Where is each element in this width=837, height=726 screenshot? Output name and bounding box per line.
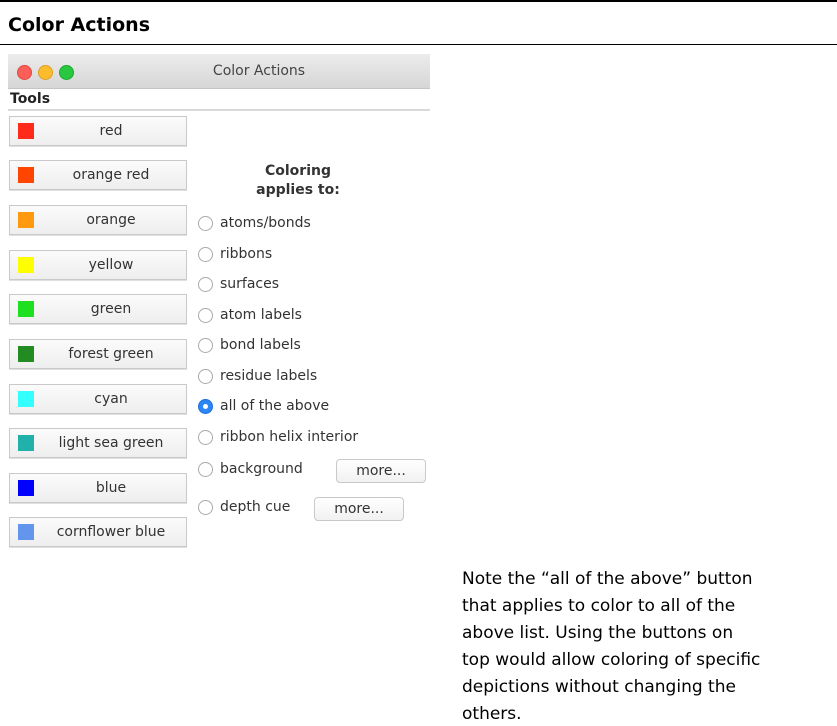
color-swatch	[18, 524, 34, 540]
color-swatch	[18, 480, 34, 496]
radio-label: depth cue	[220, 499, 291, 515]
color-button-cyan[interactable]: cyan	[9, 384, 187, 414]
window-title: Color Actions	[212, 63, 306, 79]
color-swatch	[18, 391, 34, 407]
window-titlebar[interactable]: Color Actions	[8, 54, 430, 89]
color-swatch	[18, 123, 34, 139]
radio-label: atoms/bonds	[220, 215, 311, 231]
top-rule	[0, 0, 837, 2]
coloring-heading-line: Coloring	[264, 163, 331, 179]
color-swatch	[18, 167, 34, 183]
color-swatch	[18, 257, 34, 273]
explanatory-note: Note the “all of the above” button that …	[462, 566, 837, 726]
color-button-label: yellow	[88, 257, 134, 273]
radio-label: surfaces	[220, 276, 280, 292]
color-button-label: blue	[95, 480, 127, 496]
color-button-orange[interactable]: orange	[9, 205, 187, 235]
radio-label: atom labels	[220, 307, 302, 323]
title-rule	[0, 44, 837, 45]
color-swatch	[18, 346, 34, 362]
color-button-green[interactable]: green	[9, 294, 187, 324]
color-button-blue[interactable]: blue	[9, 473, 187, 503]
background-more-button[interactable]: more...	[336, 459, 426, 483]
radio-button[interactable]	[198, 277, 213, 292]
radio-button[interactable]	[198, 338, 213, 353]
radio-label: ribbons	[220, 246, 273, 262]
color-button-label: cornflower blue	[56, 524, 166, 540]
radio-label: residue labels	[220, 368, 318, 384]
tools-menu-label[interactable]: Tools	[10, 91, 50, 107]
color-actions-window: Color Actions Tools red orange red orang…	[8, 54, 430, 554]
color-button-light-sea-green[interactable]: light sea green	[9, 428, 187, 458]
page-title: Color Actions	[8, 14, 150, 36]
color-button-label: red	[99, 123, 123, 139]
coloring-applies-heading: Coloring applies to:	[238, 162, 358, 200]
color-button-yellow[interactable]: yellow	[9, 250, 187, 280]
radio-button[interactable]	[198, 247, 213, 262]
color-button-label: orange	[86, 212, 136, 228]
radio-label: bond labels	[220, 337, 301, 353]
radio-button[interactable]	[198, 369, 213, 384]
radio-button[interactable]	[198, 430, 213, 445]
color-button-red[interactable]: red	[9, 116, 187, 146]
radio-button[interactable]	[198, 500, 213, 515]
color-button-label: orange red	[72, 167, 150, 183]
radio-label: ribbon helix interior	[220, 429, 359, 445]
color-swatch	[18, 301, 34, 317]
note-line: top would allow coloring of specific	[462, 650, 761, 670]
color-swatch	[18, 212, 34, 228]
color-button-label: light sea green	[58, 435, 164, 451]
color-swatch	[18, 435, 34, 451]
radio-label: background	[220, 461, 303, 477]
color-button-label: cyan	[94, 391, 128, 407]
note-line: Note the “all of the above” button	[462, 569, 753, 589]
radio-button[interactable]	[198, 216, 213, 231]
color-button-orange-red[interactable]: orange red	[9, 160, 187, 190]
color-button-label: forest green	[68, 346, 154, 362]
note-line: depictions without changing the	[462, 677, 736, 697]
radio-button-selected[interactable]	[198, 399, 213, 414]
note-line: others.	[462, 704, 522, 724]
note-line: above list. Using the buttons on	[462, 623, 734, 643]
color-button-cornflower-blue[interactable]: cornflower blue	[9, 517, 187, 547]
coloring-heading-line: applies to:	[256, 182, 340, 198]
radio-button[interactable]	[198, 462, 213, 477]
depth-cue-more-button[interactable]: more...	[314, 497, 404, 521]
radio-label: all of the above	[220, 398, 330, 414]
radio-button[interactable]	[198, 308, 213, 323]
tools-divider	[8, 109, 430, 111]
color-button-label: green	[90, 301, 132, 317]
note-line: that applies to color to all of the	[462, 596, 736, 616]
color-button-forest-green[interactable]: forest green	[9, 339, 187, 369]
page: Color Actions Color Actions Tools red or…	[0, 0, 837, 726]
